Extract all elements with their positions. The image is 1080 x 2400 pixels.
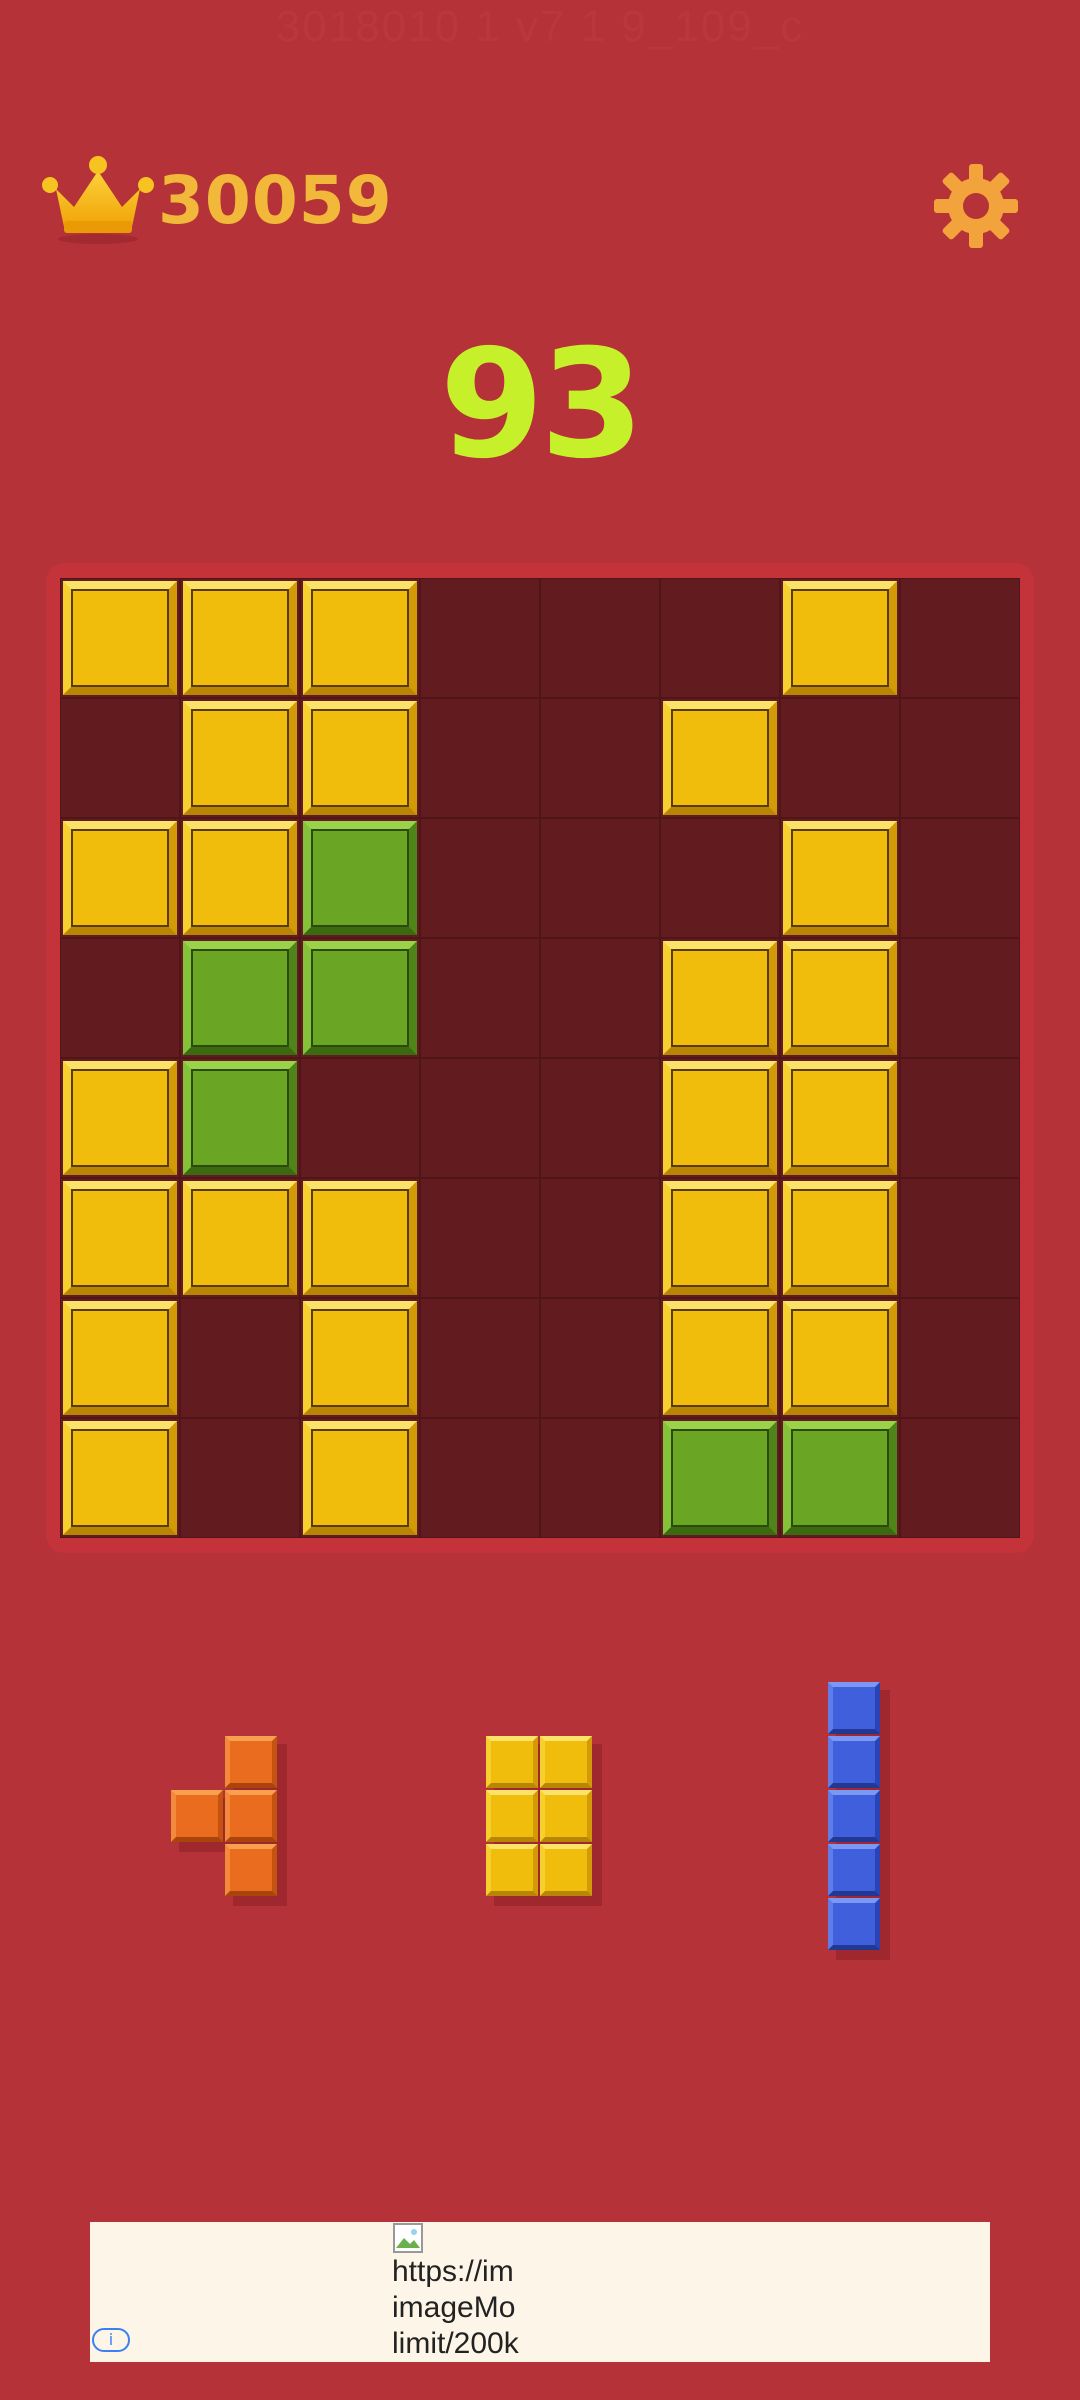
- board-cell[interactable]: [420, 1298, 540, 1418]
- board-cell[interactable]: [420, 1418, 540, 1538]
- yellow-block: [183, 701, 297, 815]
- board-cell[interactable]: [420, 818, 540, 938]
- board-cell[interactable]: [900, 1058, 1020, 1178]
- board-cell[interactable]: [60, 698, 180, 818]
- piece-block: [828, 1844, 880, 1896]
- board-cell[interactable]: [540, 1418, 660, 1538]
- board-cell[interactable]: [900, 1178, 1020, 1298]
- piece-block: [828, 1682, 880, 1734]
- green-block: [783, 1421, 897, 1535]
- piece-block: [540, 1736, 592, 1788]
- yellow-block: [783, 1181, 897, 1295]
- ad-alt-line-3: limit/200k: [392, 2327, 519, 2360]
- board-cell[interactable]: [540, 578, 660, 698]
- board-cell[interactable]: [540, 818, 660, 938]
- yellow-block: [303, 1421, 417, 1535]
- board-cell[interactable]: [540, 1178, 660, 1298]
- broken-image-icon: [393, 2223, 423, 2253]
- green-block: [663, 1421, 777, 1535]
- yellow-block: [183, 821, 297, 935]
- board-cell[interactable]: [900, 938, 1020, 1058]
- yellow-block: [183, 1181, 297, 1295]
- board-cell[interactable]: [900, 818, 1020, 938]
- yellow-block: [63, 1061, 177, 1175]
- yellow-block: [63, 581, 177, 695]
- gear-icon[interactable]: [932, 162, 1020, 250]
- yellow-block: [663, 1061, 777, 1175]
- best-score-display: 30059: [42, 150, 393, 250]
- piece-block: [828, 1790, 880, 1842]
- piece-block: [486, 1736, 538, 1788]
- yellow-block: [303, 1301, 417, 1415]
- yellow-block: [783, 941, 897, 1055]
- board-cell[interactable]: [420, 1058, 540, 1178]
- board-cell[interactable]: [60, 938, 180, 1058]
- piece-block: [828, 1898, 880, 1950]
- board-cell[interactable]: [180, 1298, 300, 1418]
- board-cell[interactable]: [420, 578, 540, 698]
- yellow-block: [663, 701, 777, 815]
- board-cell[interactable]: [420, 1178, 540, 1298]
- yellow-block: [783, 581, 897, 695]
- yellow-block: [303, 701, 417, 815]
- board-cell[interactable]: [900, 1298, 1020, 1418]
- best-score-value: 30059: [158, 161, 393, 239]
- yellow-block: [663, 1301, 777, 1415]
- yellow-block: [663, 941, 777, 1055]
- ad-banner[interactable]: https://im imageMo limit/200k i: [90, 2222, 990, 2362]
- yellow-block: [183, 581, 297, 695]
- piece-block: [540, 1844, 592, 1896]
- yellow-block: [63, 1421, 177, 1535]
- piece-block: [171, 1790, 223, 1842]
- green-block: [183, 1061, 297, 1175]
- green-block: [303, 941, 417, 1055]
- yellow-block: [303, 1181, 417, 1295]
- board-cell[interactable]: [540, 938, 660, 1058]
- piece-block: [225, 1790, 277, 1842]
- yellow-block: [783, 1061, 897, 1175]
- board-cell[interactable]: [900, 698, 1020, 818]
- yellow-block: [783, 1301, 897, 1415]
- yellow-block: [63, 1181, 177, 1295]
- yellow-block: [783, 821, 897, 935]
- game-board[interactable]: [60, 578, 1020, 1538]
- build-watermark: 3018010 1 v7 1 9_109_c: [275, 2, 805, 51]
- board-cell[interactable]: [420, 938, 540, 1058]
- board-cell[interactable]: [900, 578, 1020, 698]
- ad-alt-line-1: https://im: [392, 2255, 514, 2288]
- board-cell[interactable]: [900, 1418, 1020, 1538]
- board-cell[interactable]: [660, 818, 780, 938]
- board-cell[interactable]: [540, 1298, 660, 1418]
- board-cell[interactable]: [420, 698, 540, 818]
- yellow-block: [63, 821, 177, 935]
- piece-block: [828, 1736, 880, 1788]
- yellow-block: [303, 581, 417, 695]
- board-cell[interactable]: [540, 1058, 660, 1178]
- current-score: 93: [439, 318, 645, 492]
- piece-block: [225, 1736, 277, 1788]
- ad-alt-line-2: imageMo: [392, 2291, 516, 2324]
- yellow-block: [63, 1301, 177, 1415]
- board-cell[interactable]: [540, 698, 660, 818]
- piece-block: [486, 1790, 538, 1842]
- board-cell[interactable]: [180, 1418, 300, 1538]
- green-block: [303, 821, 417, 935]
- board-cell[interactable]: [660, 578, 780, 698]
- piece-block: [486, 1844, 538, 1896]
- crown-icon: [42, 156, 154, 244]
- piece-block: [225, 1844, 277, 1896]
- piece-block: [540, 1790, 592, 1842]
- info-icon[interactable]: i: [92, 2328, 130, 2352]
- green-block: [183, 941, 297, 1055]
- yellow-block: [663, 1181, 777, 1295]
- board-cell[interactable]: [780, 698, 900, 818]
- ad-image[interactable]: https://im imageMo limit/200k: [392, 2222, 534, 2362]
- board-cell[interactable]: [300, 1058, 420, 1178]
